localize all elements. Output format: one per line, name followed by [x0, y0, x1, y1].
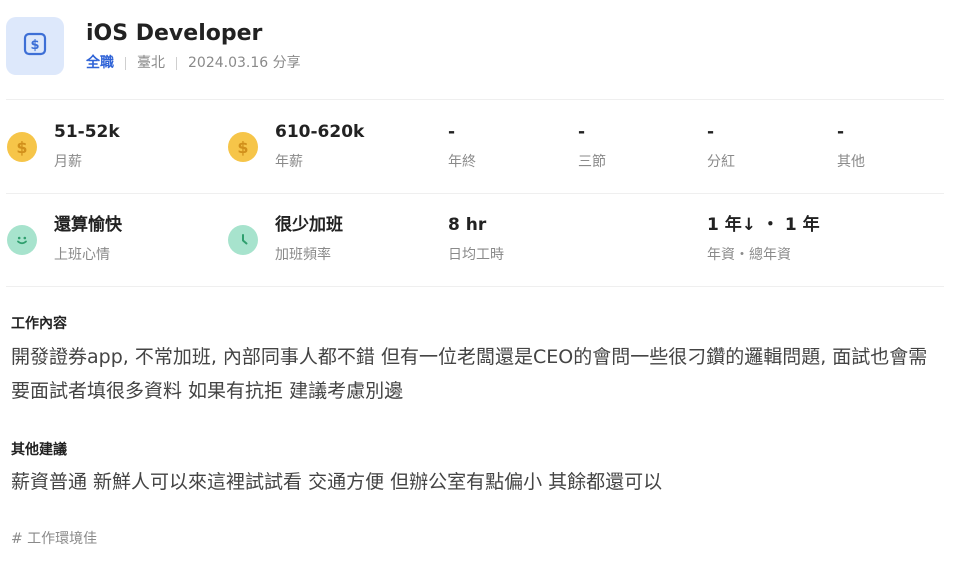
stat-label: 三節	[578, 154, 606, 170]
work-content-heading: 工作內容	[11, 316, 67, 332]
stat-label: 其他	[837, 154, 865, 170]
stat-daily-hours: 8 hr 日均工時	[448, 214, 504, 264]
svg-text:$: $	[30, 38, 39, 53]
stat-label: 月薪	[54, 154, 82, 170]
stat-value: 很少加班	[275, 215, 343, 235]
stat-yearly-salary: 610-620k 年薪	[275, 121, 364, 171]
stat-overtime: 很少加班 加班頻率	[275, 214, 343, 264]
stat-value: 還算愉快	[54, 215, 122, 235]
stat-seniority: 1 年↓ ・ 1 年 年資・總年資	[707, 214, 820, 264]
stat-monthly-salary: 51-52k 月薪	[54, 121, 120, 171]
stat-value: -	[448, 122, 456, 142]
dollar-coin-icon: $	[7, 132, 37, 162]
divider	[6, 193, 944, 194]
stat-label: 年薪	[275, 154, 303, 170]
stat-year-end-bonus: - 年終	[448, 121, 476, 171]
stat-value: 1 年↓ ・ 1 年	[707, 215, 820, 235]
stat-value: 610-620k	[275, 122, 365, 142]
stat-festival-bonus: - 三節	[578, 121, 606, 171]
stat-value: 8 hr	[448, 215, 487, 235]
stat-value: -	[578, 122, 586, 142]
stat-label: 年終	[448, 154, 476, 170]
stat-value: -	[707, 122, 715, 142]
meta-separator	[176, 56, 177, 70]
advice-text: 薪資普通 新鮮人可以來這裡試試看 交通方便 但辦公室有點偏小 其餘都還可以	[11, 471, 663, 493]
meta-separator	[125, 56, 126, 70]
share-date: 2024.03.16 分享	[188, 55, 301, 71]
smiley-icon	[7, 225, 37, 255]
dollar-coin-icon: $	[228, 132, 258, 162]
stat-value: -	[837, 122, 845, 142]
salary-stats-row: $ 51-52k 月薪 $ 610-620k 年薪 - 年終 - 三節 - 分紅…	[0, 121, 956, 191]
dollar-icon: $	[22, 31, 48, 61]
stat-label: 年資・總年資	[707, 247, 791, 263]
stat-other: - 其他	[837, 121, 865, 171]
divider	[6, 286, 944, 287]
stat-work-mood: 還算愉快 上班心情	[54, 214, 122, 264]
worklife-stats-row: 還算愉快 上班心情 很少加班 加班頻率 8 hr 日均工時 1 年↓ ・ 1 年…	[0, 214, 956, 284]
work-content-text: 開發證券app, 不常加班, 內部同事人都不錯 但有一位老闆還是CEO的會問一些…	[11, 346, 928, 402]
stat-value: 51-52k	[54, 122, 120, 142]
job-location: 臺北	[137, 55, 165, 71]
advice-heading: 其他建議	[11, 442, 67, 458]
divider	[6, 99, 944, 100]
clock-icon	[228, 225, 258, 255]
company-logo: $	[6, 17, 64, 75]
stat-label: 加班頻率	[275, 247, 331, 263]
post-header: $ iOS Developer 全職 臺北 2024.03.16 分享	[6, 17, 301, 75]
tag-good-environment[interactable]: # 工作環境佳	[11, 528, 97, 548]
employment-type[interactable]: 全職	[86, 53, 114, 73]
job-meta: 全職 臺北 2024.03.16 分享	[86, 53, 301, 73]
job-title: iOS Developer	[86, 21, 263, 46]
stat-label: 日均工時	[448, 247, 504, 263]
stat-dividend: - 分紅	[707, 121, 735, 171]
stat-label: 上班心情	[54, 247, 110, 263]
stat-label: 分紅	[707, 154, 735, 170]
